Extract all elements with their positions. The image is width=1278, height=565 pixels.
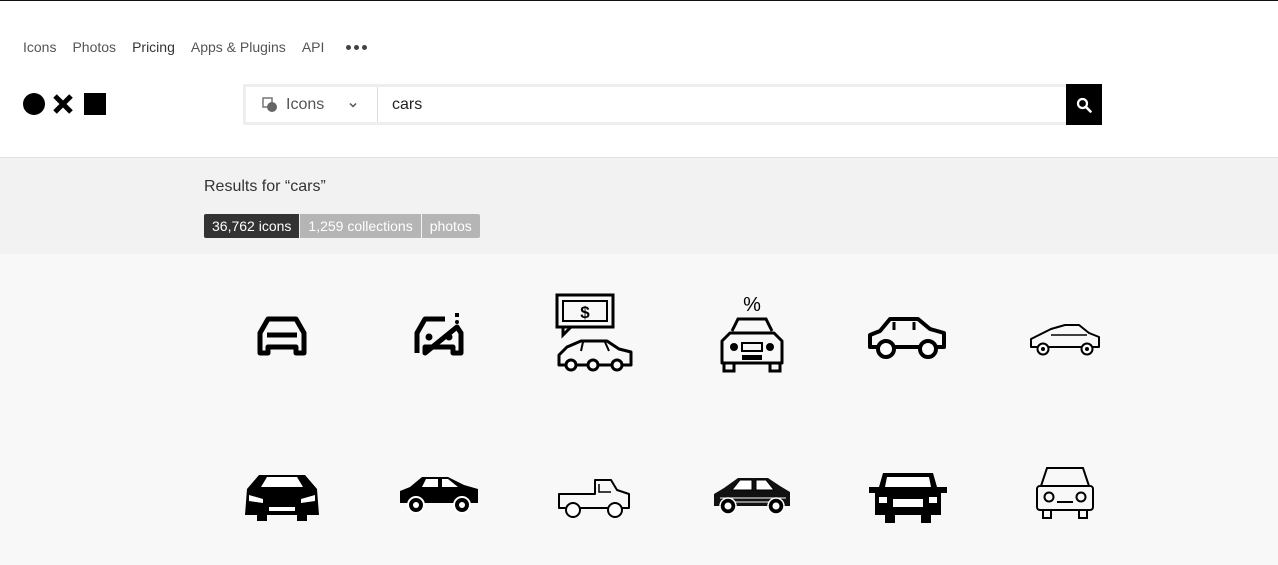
svg-text:$: $ xyxy=(580,303,590,322)
car-dollar-icon[interactable]: $ xyxy=(540,278,650,388)
sedan-side-icon[interactable] xyxy=(853,278,963,388)
tab-icons[interactable]: 36,762 icons xyxy=(204,214,300,238)
results-title: Results for “cars” xyxy=(204,178,326,195)
top-nav: Icons Photos Pricing Apps & Plugins API xyxy=(23,39,368,55)
pickup-truck-outline-icon[interactable] xyxy=(540,433,650,543)
icons-type-icon xyxy=(262,96,277,112)
suv-sketch-icon[interactable] xyxy=(697,433,807,543)
chevron-down-icon xyxy=(349,102,357,108)
classic-car-front-icon[interactable] xyxy=(853,433,963,543)
nav-icons[interactable]: Icons xyxy=(23,39,56,55)
svg-text:%: % xyxy=(743,294,761,316)
nav-apps-plugins[interactable]: Apps & Plugins xyxy=(191,39,286,55)
results-tabs: 36,762 icons 1,259 collections photos xyxy=(204,214,481,238)
nav-api[interactable]: API xyxy=(302,39,325,55)
search-type-select[interactable]: Icons xyxy=(246,87,378,122)
results-header xyxy=(0,157,1278,254)
tab-photos[interactable]: photos xyxy=(421,214,480,238)
hatchback-side-icon[interactable] xyxy=(384,433,494,543)
more-dots-icon[interactable] xyxy=(346,44,368,50)
nav-pricing[interactable]: Pricing xyxy=(132,39,175,55)
car-front-alert-icon[interactable] xyxy=(384,278,494,388)
top-border xyxy=(0,0,1278,1)
search-button[interactable] xyxy=(1066,84,1102,125)
circle-icon xyxy=(23,93,45,115)
square-icon xyxy=(84,93,106,115)
search-input[interactable] xyxy=(378,87,1099,122)
nav-photos[interactable]: Photos xyxy=(72,39,116,55)
car-front-line-icon[interactable] xyxy=(1010,433,1120,543)
x-icon xyxy=(53,94,73,114)
coupe-side-outline-icon[interactable] xyxy=(1010,278,1120,388)
car-discount-icon[interactable]: % xyxy=(697,278,807,388)
car-front-outline-icon[interactable] xyxy=(227,278,337,388)
sports-car-front-icon[interactable] xyxy=(227,433,337,543)
search-icon xyxy=(1076,97,1092,113)
search-bar: Icons xyxy=(243,84,1102,125)
search-type-label: Icons xyxy=(286,95,325,113)
tab-collections[interactable]: 1,259 collections xyxy=(300,214,421,238)
logo[interactable] xyxy=(23,93,106,115)
